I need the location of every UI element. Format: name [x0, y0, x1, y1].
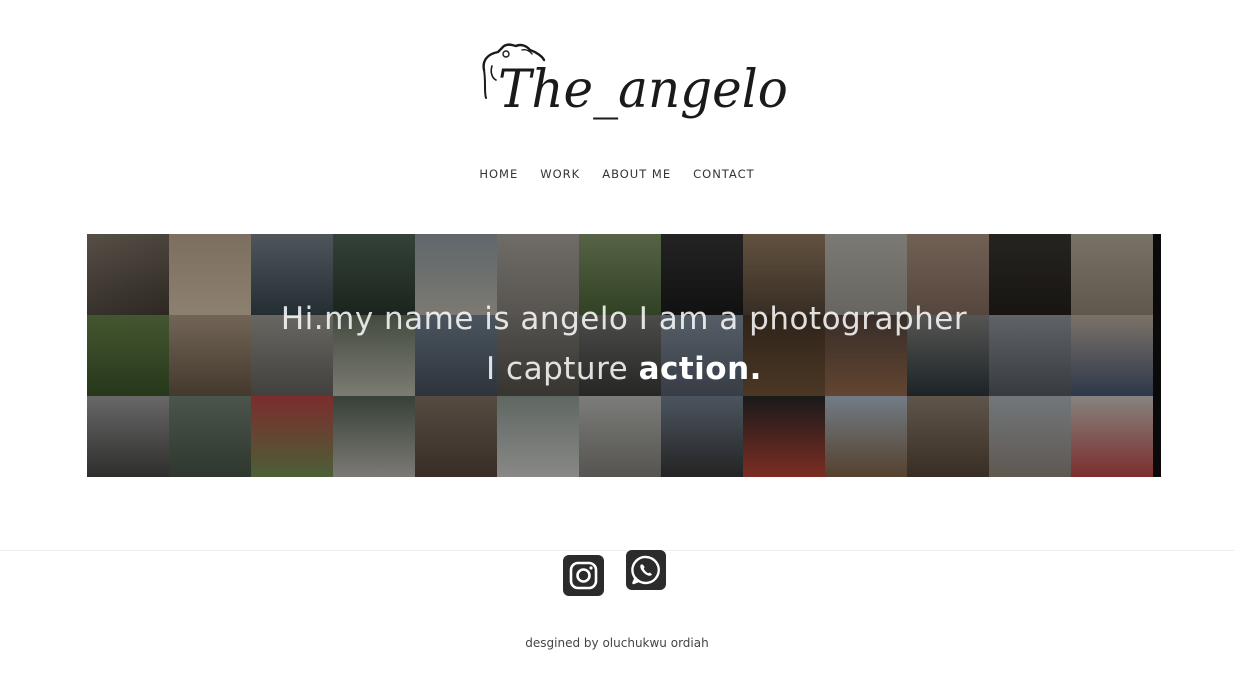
instagram-icon	[569, 561, 598, 590]
hero-line-2: I capture action.	[87, 344, 1161, 394]
instagram-link[interactable]	[563, 555, 604, 596]
nav-work[interactable]: WORK	[540, 167, 580, 181]
hero-line-2-prefix: I capture	[486, 351, 639, 387]
hero-line-2-bold: action.	[638, 351, 762, 387]
nav-home[interactable]: HOME	[479, 167, 518, 181]
page: The_angelo HOME WORK ABOUT ME CONTACT Hi…	[0, 0, 1234, 676]
hero-headline: Hi.my name is angelo I am a photographer…	[87, 294, 1161, 394]
main-nav: HOME WORK ABOUT ME CONTACT	[0, 167, 1234, 181]
social-links	[0, 550, 1234, 600]
whatsapp-icon	[631, 555, 660, 585]
hero-line-1: Hi.my name is angelo I am a photographer	[280, 301, 968, 337]
footer-credit: desgined by oluchukwu ordiah	[525, 636, 709, 650]
nav-contact[interactable]: CONTACT	[693, 167, 755, 181]
logo-text: The_angelo	[498, 58, 788, 120]
site-logo[interactable]: The_angelo	[474, 40, 788, 140]
hero-banner: Hi.my name is angelo I am a photographer…	[87, 234, 1161, 477]
whatsapp-link[interactable]	[626, 550, 666, 590]
nav-about-me[interactable]: ABOUT ME	[602, 167, 671, 181]
